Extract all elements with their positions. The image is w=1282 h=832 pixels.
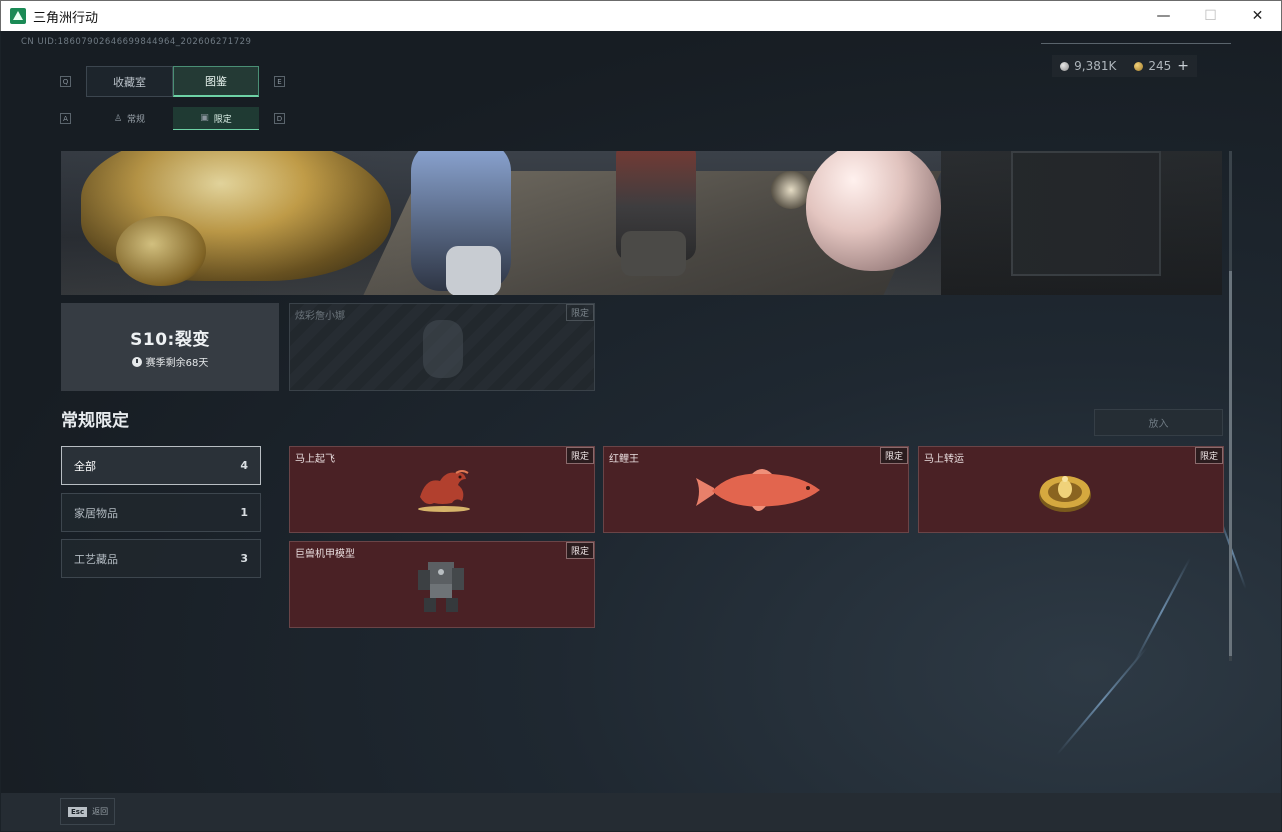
silver-currency-value: 9,381K: [1074, 59, 1117, 73]
mech-model-icon: [418, 562, 464, 612]
tab-collection-room[interactable]: 收藏室: [86, 66, 173, 97]
limited-badge: 限定: [565, 542, 594, 559]
currency-bar: 9,381K 245 +: [1052, 55, 1197, 77]
silver-currency: 9,381K: [1060, 59, 1116, 73]
item-card-koi-king[interactable]: 红鲤王 限定: [603, 446, 909, 533]
scrollbar-track[interactable]: [1229, 151, 1232, 661]
lightning-decoration: [1132, 557, 1192, 665]
tab-regular[interactable]: ♙ 常规: [86, 107, 173, 130]
add-currency-button[interactable]: +: [1177, 58, 1189, 74]
scrollbar-thumb[interactable]: [1229, 271, 1232, 656]
item-name: 巨兽机甲模型: [295, 549, 355, 560]
season-remaining: 赛季剩余68天: [131, 354, 209, 369]
user-uid: CN UID:18607902646699844964_202606271729: [21, 37, 252, 47]
key-hint-q: Q: [60, 76, 71, 87]
key-hint-e: E: [274, 76, 285, 87]
place-button[interactable]: 放入: [1094, 409, 1223, 436]
item-card-flying-horse[interactable]: 马上起飞 限定: [289, 446, 595, 533]
category-all[interactable]: 全部 4: [61, 446, 261, 485]
back-label: 返回: [92, 807, 109, 816]
tab-codex[interactable]: 图鉴: [173, 66, 259, 97]
limited-badge: 限定: [565, 447, 594, 464]
lightning-decoration: [1056, 646, 1148, 756]
key-hint-d: D: [274, 113, 285, 124]
limited-badge: 限定: [1194, 447, 1223, 464]
key-hint-a: A: [60, 113, 71, 124]
limited-badge: 限定: [879, 447, 908, 464]
window-title: 三角洲行动: [33, 10, 99, 26]
flask-icon: ♙: [113, 113, 123, 124]
top-divider: [1041, 43, 1231, 44]
category-count: 1: [240, 506, 248, 519]
close-button[interactable]: ✕: [1234, 1, 1281, 31]
category-count: 4: [240, 459, 248, 472]
category-home-items[interactable]: 家居物品 1: [61, 493, 261, 532]
golden-wheel-icon: [1039, 476, 1091, 512]
season-card[interactable]: S10:裂变 赛季剩余68天: [61, 303, 279, 391]
maximize-button[interactable]: ☐: [1187, 1, 1234, 31]
figure-silhouette-icon: [423, 320, 463, 378]
tab-limited[interactable]: ▣ 限定: [173, 107, 259, 130]
season-banner-image: [61, 151, 1222, 295]
esc-key-hint: Esc: [68, 806, 88, 817]
category-label: 全部: [74, 459, 96, 473]
item-card-fortune-wheel[interactable]: 马上转运 限定: [918, 446, 1224, 533]
item-name: 马上转运: [924, 454, 964, 465]
app-logo-icon: [10, 8, 26, 24]
gold-currency-value: 245: [1148, 59, 1172, 73]
season-remaining-text: 赛季剩余68天: [145, 358, 209, 369]
item-name: 马上起飞: [295, 454, 335, 465]
gold-currency: 245 +: [1134, 58, 1189, 74]
banner-overlay: [61, 151, 1222, 295]
silver-coin-icon: [1060, 62, 1070, 71]
category-crafts[interactable]: 工艺藏品 3: [61, 539, 261, 578]
item-card-mech-model[interactable]: 巨兽机甲模型 限定: [289, 541, 595, 628]
window-controls: — ☐ ✕: [1140, 1, 1281, 31]
item-name: 红鲤王: [609, 454, 639, 465]
section-title: 常规限定: [61, 411, 129, 431]
window-titlebar: 三角洲行动 — ☐ ✕: [0, 0, 1282, 31]
locked-card-name: 炫彩詹小娜: [295, 311, 345, 322]
footer-bar: Esc 返回: [1, 793, 1281, 831]
category-label: 工艺藏品: [74, 552, 118, 566]
game-viewport: CN UID:18607902646699844964_202606271729…: [1, 31, 1281, 831]
tab-regular-label: 常规: [127, 115, 146, 125]
clock-icon: [131, 356, 142, 367]
locked-collection-card[interactable]: 炫彩詹小娜 限定: [289, 303, 595, 391]
category-count: 3: [240, 552, 248, 565]
frame-icon: ▣: [200, 113, 209, 123]
koi-fish-icon: [696, 469, 820, 511]
tab-limited-label: 限定: [213, 114, 232, 125]
gold-coin-icon: [1134, 62, 1144, 71]
minimize-button[interactable]: —: [1140, 1, 1187, 31]
limited-badge: 限定: [565, 304, 594, 321]
category-label: 家居物品: [74, 506, 118, 520]
back-button[interactable]: Esc 返回: [60, 798, 115, 825]
rocking-horse-icon: [418, 470, 470, 512]
season-title: S10:裂变: [130, 330, 210, 350]
